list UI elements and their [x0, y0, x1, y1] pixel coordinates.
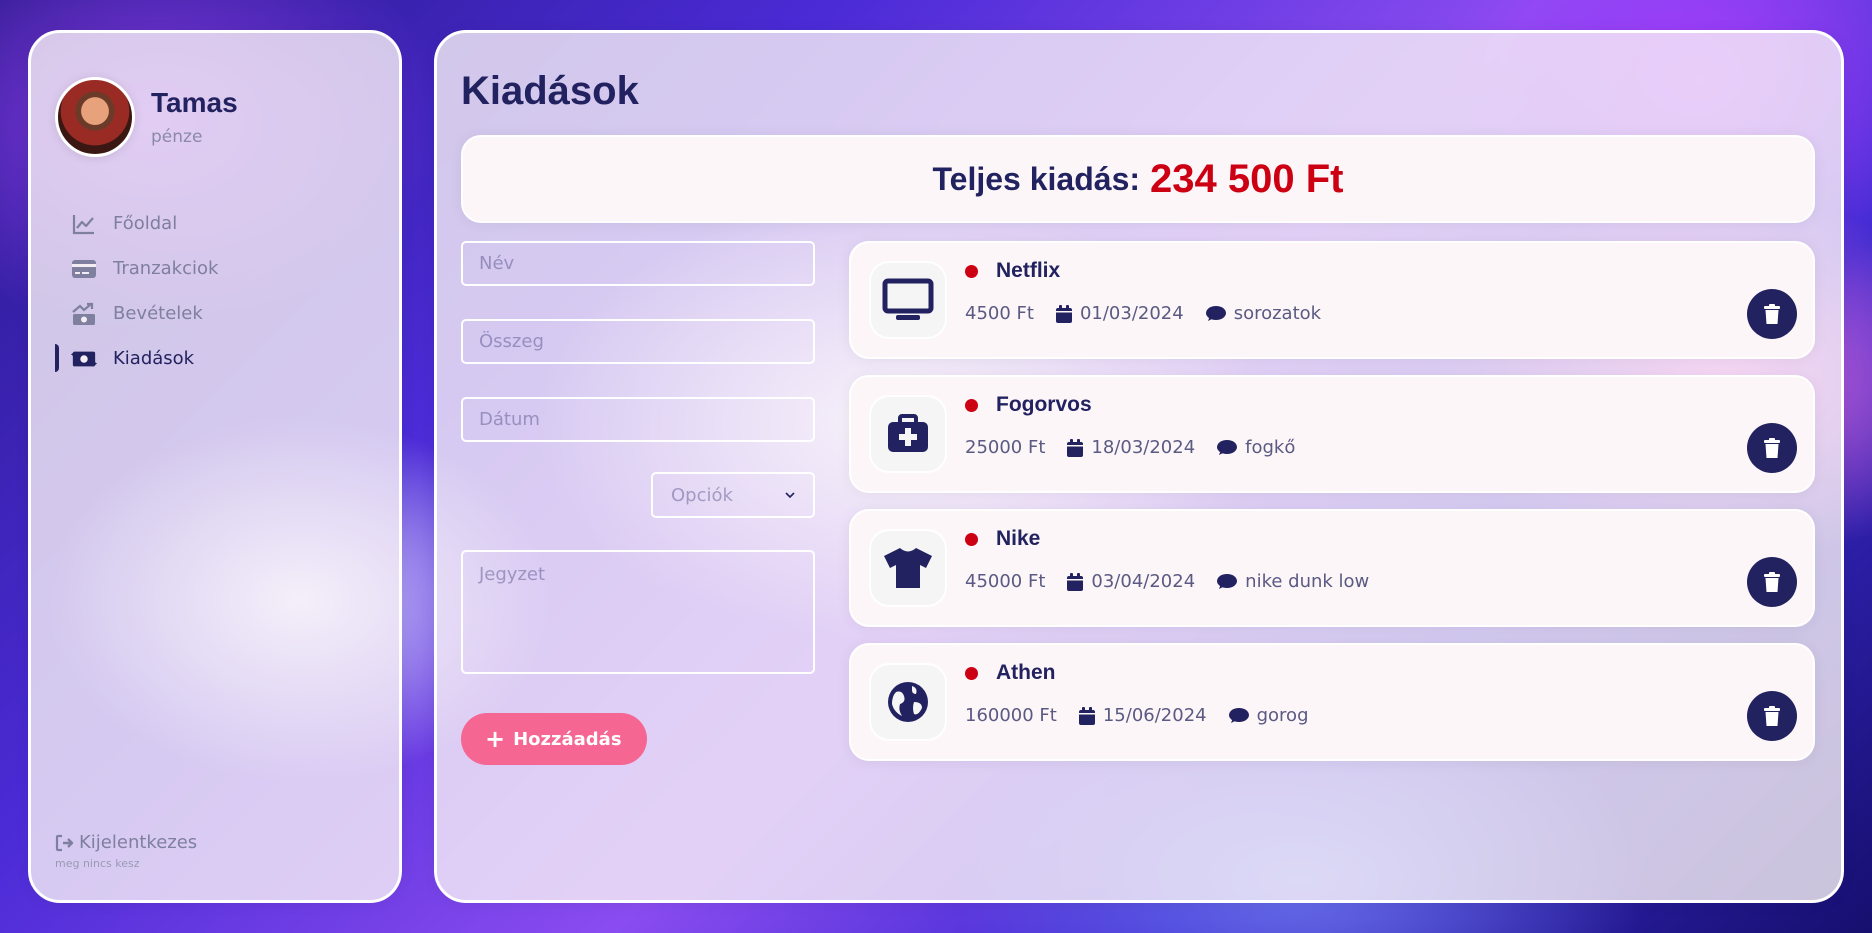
expense-status-dot	[965, 666, 978, 680]
comment-icon	[1228, 707, 1249, 723]
calendar-icon	[1055, 304, 1072, 323]
expense-note: sorozatok	[1233, 303, 1322, 324]
trash-icon	[1764, 706, 1780, 726]
delete-button[interactable]	[1747, 289, 1797, 339]
calendar-icon	[1067, 438, 1084, 457]
total-expense-card: Teljes kiadás: 234 500 Ft	[461, 135, 1815, 223]
delete-button[interactable]	[1747, 423, 1797, 473]
user-profile: Tamas pénze	[55, 77, 238, 157]
avatar	[55, 77, 135, 157]
sidebar: Tamas pénze Főoldal Tranzakciok Bevétele…	[28, 30, 402, 903]
logout-section: Kijelentkezes meg nincs kesz	[55, 832, 197, 870]
expense-status-dot	[965, 398, 978, 412]
expense-amount: 45000 Ft	[965, 571, 1046, 592]
expense-amount: 4500 Ft	[965, 303, 1034, 324]
total-expense-label: Teljes kiadás:	[932, 160, 1141, 197]
date-input[interactable]	[461, 397, 815, 442]
expense-note: nike dunk low	[1245, 571, 1370, 592]
chevron-down-icon	[785, 492, 795, 499]
expense-date: 15/06/2024	[1102, 705, 1207, 726]
expense-amount: 25000 Ft	[965, 437, 1046, 458]
expense-title: Netflix	[996, 259, 1061, 282]
calendar-icon	[1067, 572, 1084, 591]
line-chart-icon	[71, 211, 97, 237]
expense-item: Fogorvos 25000 Ft 18/03/2024 fogkő	[849, 375, 1815, 493]
page-title: Kiadások	[461, 69, 639, 113]
nav-item-incomes[interactable]: Bevételek	[55, 291, 355, 336]
total-expense-amount: 234 500 Ft	[1150, 156, 1344, 201]
name-input[interactable]	[461, 241, 815, 286]
sign-out-icon	[55, 834, 74, 851]
user-subtitle: pénze	[151, 127, 203, 147]
comment-icon	[1217, 439, 1238, 455]
calendar-icon	[1078, 706, 1095, 725]
nav-item-label: Kiadások	[113, 348, 195, 369]
tshirt-icon	[869, 529, 947, 607]
nav-item-label: Tranzakciok	[113, 258, 219, 279]
expense-item: Athen 160000 Ft 15/06/2024 gorog	[849, 643, 1815, 761]
trash-icon	[1764, 438, 1780, 458]
expense-form: Opciók + Hozzáadás	[461, 241, 815, 765]
comment-icon	[1205, 305, 1226, 321]
logout-button[interactable]: Kijelentkezes	[55, 832, 197, 853]
logout-label: Kijelentkezes	[79, 832, 198, 853]
expense-note: gorog	[1256, 705, 1309, 726]
category-select-value: Opciók	[671, 484, 733, 506]
logout-note: meg nincs kesz	[55, 857, 140, 870]
expense-amount: 160000 Ft	[965, 705, 1057, 726]
note-textarea[interactable]	[461, 550, 815, 674]
nav-item-label: Bevételek	[113, 303, 203, 324]
nav-item-expenses[interactable]: Kiadások	[55, 336, 355, 381]
money-bill-transfer-icon	[71, 346, 97, 372]
expense-date: 03/04/2024	[1091, 571, 1196, 592]
expense-title: Nike	[996, 527, 1041, 550]
expense-status-dot	[965, 532, 978, 546]
trash-icon	[1764, 572, 1780, 592]
main-panel: Kiadások Teljes kiadás: 234 500 Ft Opció…	[434, 30, 1844, 903]
expense-status-dot	[965, 264, 978, 278]
user-name: Tamas	[151, 87, 238, 118]
nav-item-dashboard[interactable]: Főoldal	[55, 201, 355, 246]
medical-kit-icon	[869, 395, 947, 473]
money-bill-trend-up-icon	[71, 301, 97, 327]
expense-title: Fogorvos	[996, 393, 1092, 416]
add-expense-label: Hozzáadás	[513, 728, 622, 750]
expense-date: 01/03/2024	[1079, 303, 1184, 324]
expense-item: Nike 45000 Ft 03/04/2024 nike dunk low	[849, 509, 1815, 627]
tv-icon	[869, 261, 947, 339]
plus-icon: +	[485, 725, 506, 753]
expense-item: Netflix 4500 Ft 01/03/2024 sorozatok	[849, 241, 1815, 359]
expense-title: Athen	[996, 661, 1056, 684]
globe-icon	[869, 663, 947, 741]
expense-note: fogkő	[1245, 437, 1296, 458]
nav-item-transactions[interactable]: Tranzakciok	[55, 246, 355, 291]
nav-menu: Főoldal Tranzakciok Bevételek Kiadások	[55, 201, 355, 381]
credit-card-icon	[71, 256, 97, 282]
delete-button[interactable]	[1747, 557, 1797, 607]
trash-icon	[1764, 304, 1780, 324]
category-select[interactable]: Opciók	[651, 472, 815, 518]
expense-list: Netflix 4500 Ft 01/03/2024 sorozatok Fog…	[849, 241, 1815, 777]
add-expense-button[interactable]: + Hozzáadás	[461, 713, 647, 765]
nav-item-label: Főoldal	[113, 213, 178, 234]
amount-input[interactable]	[461, 319, 815, 364]
comment-icon	[1217, 573, 1238, 589]
expense-date: 18/03/2024	[1091, 437, 1196, 458]
delete-button[interactable]	[1747, 691, 1797, 741]
